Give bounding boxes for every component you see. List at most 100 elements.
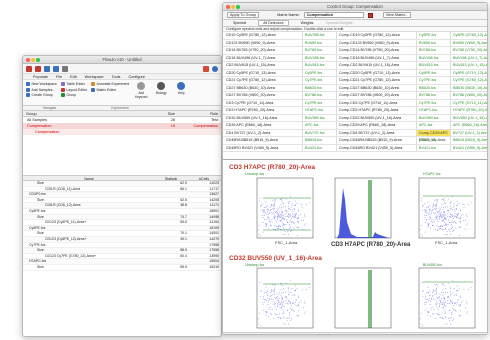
- minimize-window-button[interactable]: [231, 5, 235, 9]
- help-button[interactable]: Help: [173, 82, 189, 103]
- control-cell[interactable]: Cy7PE.fcs: [417, 77, 451, 84]
- control-file-cell[interactable]: Cy7PE.fcs: [303, 99, 337, 106]
- flag-icon[interactable]: [203, 65, 209, 72]
- control-file-cell[interactable]: BUV615.fcs: [303, 62, 337, 69]
- zoom-window-button[interactable]: [36, 58, 40, 62]
- undo-icon[interactable]: [26, 65, 32, 72]
- control-file-cell[interactable]: Cy7PE.fcs: [303, 77, 337, 84]
- control-file-cell[interactable]: BV785.fcs: [303, 47, 337, 54]
- tab-edit[interactable]: Edit: [70, 74, 77, 79]
- scatter-plot-row2-1[interactable]: [256, 267, 314, 329]
- control-cell[interactable]: BB630.fcs: [417, 84, 451, 91]
- control-file-cell[interactable]: BUV395.fcs: [303, 32, 337, 39]
- name-col-header[interactable]: Name: [23, 176, 155, 181]
- control-file-cell[interactable]: BUV737.fcs: [303, 129, 337, 136]
- matrix-editor-button[interactable]: Matrix Editor: [91, 87, 129, 92]
- matrix-row[interactable]: CD14 BV785 (V750_20)-Area BV785.fcs Comp-C…: [223, 47, 487, 55]
- histogram-row2[interactable]: [334, 267, 392, 329]
- tab-configure[interactable]: Configure: [128, 74, 144, 79]
- tab-weights[interactable]: Weights: [301, 21, 314, 25]
- annotate-button[interactable]: Annotate Experiment: [91, 82, 129, 86]
- zoom-window-button[interactable]: [236, 5, 240, 9]
- control-file-cell[interactable]: BV421.fcs: [303, 144, 337, 151]
- control-cell[interactable]: Cy5PE.fcs: [417, 69, 451, 76]
- control-cell[interactable]: Cy5PE.fcs: [417, 32, 451, 39]
- matrix-row[interactable]: CD21 Cy7PE (G780_12)-Area Cy7PE.fcs Comp-C…: [223, 77, 487, 85]
- table-editor-button[interactable]: Table Editor: [60, 82, 87, 86]
- scatter-plot-row2-2[interactable]: [418, 267, 476, 329]
- matrix-row[interactable]: CD45RA BB515 (B515_9)-Area BB515.fcs Comp-…: [223, 137, 487, 145]
- role-col-header[interactable]: Role: [175, 111, 221, 116]
- group-row-compensation-child[interactable]: Compensation: [23, 129, 221, 135]
- control-file-cell[interactable]: BV650.fcs: [303, 39, 337, 46]
- view-matrix-button[interactable]: View Matrix...: [382, 12, 412, 18]
- add-keyword-button[interactable]: Add Keyword: [133, 82, 149, 103]
- group-col-header[interactable]: Group: [26, 111, 147, 116]
- histogram-plot[interactable]: [334, 177, 392, 239]
- redo-icon[interactable]: [35, 65, 41, 72]
- tab-populate[interactable]: Populate: [33, 74, 48, 79]
- control-file-cell[interactable]: BUV496.fcs: [303, 54, 337, 61]
- open-icon[interactable]: [44, 65, 50, 72]
- tab-spectral-weights[interactable]: Spectral Weights: [325, 21, 352, 25]
- create-group-button[interactable]: Create Group: [26, 93, 57, 97]
- matrix-row[interactable]: CD20 Cy5PE (G710_13)-Area Cy5PE.fcs Comp-C…: [223, 69, 487, 77]
- control-cell[interactable]: Comp-CD39 APC (R660_18)-Area: [417, 129, 451, 142]
- matrix-row[interactable]: CD19 Cy5PE (G780_12)-Area BUV395.fcs Comp-…: [223, 32, 487, 40]
- control-cell[interactable]: BV421.fcs: [417, 144, 451, 151]
- matrix-row[interactable]: CD3 H7APC (R780_20)-Area H7APC.fcs Comp-CD…: [223, 107, 487, 115]
- control-file-cell[interactable]: BB630.fcs: [303, 84, 337, 91]
- control-cell[interactable]: BB515.fcs: [417, 137, 451, 144]
- matrix-name-input[interactable]: Compensation: [303, 12, 364, 18]
- control-cell[interactable]: BUV496.fcs: [417, 54, 451, 61]
- scatter-plot-1[interactable]: [256, 177, 314, 239]
- control-cell[interactable]: APC.fcs: [417, 122, 451, 129]
- print-icon[interactable]: [62, 65, 68, 72]
- scatter-plot-2[interactable]: [418, 177, 476, 239]
- biology-button[interactable]: Biology: [153, 82, 169, 103]
- matrix-color-swatch[interactable]: [367, 12, 373, 18]
- statistic-col-header[interactable]: Statistic: [155, 176, 187, 181]
- tab-all-detectors[interactable]: All Detectors: [258, 20, 289, 26]
- control-cell[interactable]: BUV615.fcs: [417, 62, 451, 69]
- size-col-header[interactable]: Size: [147, 111, 175, 116]
- tab-tools[interactable]: Tools: [112, 74, 121, 79]
- tab-file[interactable]: File: [56, 74, 62, 79]
- control-cell[interactable]: Cy7PE.fcs: [417, 99, 451, 106]
- close-window-button[interactable]: [226, 5, 230, 9]
- control-file-cell[interactable]: H7APC.fcs: [303, 107, 337, 114]
- control-file-cell[interactable]: Cy5PE.fcs: [303, 69, 337, 76]
- add-samples-button[interactable]: Add Samples...: [26, 87, 57, 92]
- tab-workspace[interactable]: Workspace: [85, 74, 104, 79]
- control-file-cell[interactable]: BV786.fcs: [303, 92, 337, 99]
- close-window-button[interactable]: [26, 58, 30, 62]
- group-button[interactable]: Group: [60, 93, 87, 97]
- help-icon[interactable]: [212, 65, 218, 72]
- control-cell[interactable]: BV650.fcs: [417, 39, 451, 46]
- matrix-row[interactable]: CD27 BV786 (V800_20)-Area BV786.fcs Comp-C…: [223, 92, 487, 100]
- cells-col-header[interactable]: #Cells: [187, 176, 221, 181]
- new-workspace-button[interactable]: New Workspace: [26, 82, 57, 86]
- control-file-cell[interactable]: APC.fcs: [303, 122, 337, 129]
- matrix-row[interactable]: CD32 BUV550 (UV-1_16)-Area BUV550.fcs Comp…: [223, 114, 487, 122]
- tab-spectral[interactable]: Spectral: [233, 21, 246, 25]
- minimize-window-button[interactable]: [31, 58, 35, 62]
- control-cell[interactable]: BV785.fcs: [417, 47, 451, 54]
- matrix-row[interactable]: CD123 BV650 (V650_9)-Area BV650.fcs Comp-C…: [223, 39, 487, 47]
- matrix-row[interactable]: CD27 BB630 (B630_10)-Area BB630.fcs Comp-C…: [223, 84, 487, 92]
- matrix-row[interactable]: CD3 Cy7PE (G710_11)-Area Cy7PE.fcs Comp-CD…: [223, 99, 487, 107]
- control-cell[interactable]: BV786.fcs: [417, 92, 451, 99]
- layout-editor-button[interactable]: Layout Editor: [60, 87, 87, 92]
- matrix-row[interactable]: CD39 APC (R660_18)-Area APC.fcs Comp-CD39 …: [223, 122, 487, 130]
- matrix-row[interactable]: CD16 BUV496 (UV-1_7)-Area BUV496.fcs Comp-…: [223, 54, 487, 62]
- sample-row[interactable]: Size 55.9 15310: [23, 265, 221, 271]
- matrix-row[interactable]: CD2 BUV615 (UV-1_15)-Area BUV615.fcs Comp-…: [223, 62, 487, 70]
- control-file-cell[interactable]: BUV550.fcs: [303, 114, 337, 121]
- matrix-row[interactable]: CD45RO BV421 (V450_5)-Area BV421.fcs Comp-…: [223, 144, 487, 152]
- save-icon[interactable]: [53, 65, 59, 72]
- control-file-cell[interactable]: BB515.fcs: [303, 137, 337, 144]
- matrix-row[interactable]: CD4 BV737 (UV-1_2)-Area BUV737.fcs Comp-CD…: [223, 129, 487, 142]
- apply-group-dropdown[interactable]: Apply To Group: [227, 12, 260, 18]
- control-cell[interactable]: BUV550.fcs: [417, 114, 451, 121]
- control-cell[interactable]: H7APC.fcs: [417, 107, 451, 114]
